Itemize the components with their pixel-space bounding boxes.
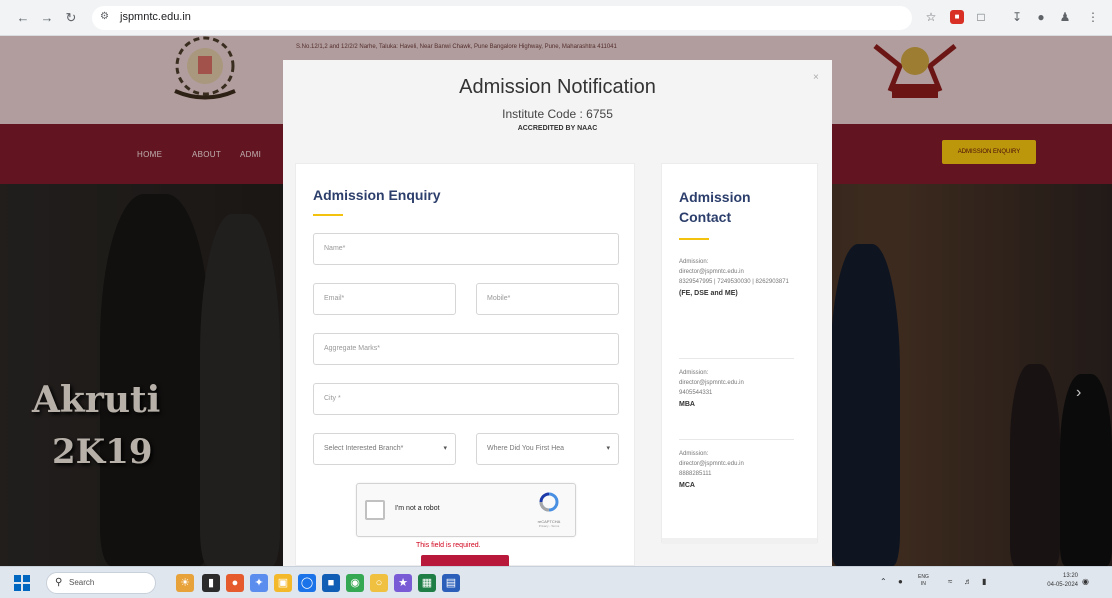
- contact-heading-underline: [679, 238, 709, 240]
- clock-time: 13:20: [1062, 573, 1078, 579]
- marks-input[interactable]: Aggregate Marks*: [313, 333, 619, 365]
- contact-heading: Admission Contact: [679, 189, 751, 225]
- search-icon: ⚲: [55, 577, 63, 588]
- contact-divider: [679, 358, 794, 359]
- modal-title: Admission Notification: [459, 76, 656, 98]
- word-icon[interactable]: ▤: [442, 574, 460, 592]
- contact-phones[interactable]: 9405544331: [679, 388, 809, 398]
- taskbar-search[interactable]: ⚲ Search: [46, 572, 156, 594]
- tray-app-icon[interactable]: ●: [898, 577, 903, 586]
- chevron-up-icon[interactable]: ⌃: [880, 577, 887, 586]
- chevron-down-icon: ▾: [606, 445, 610, 452]
- notification-icon[interactable]: ◉: [1082, 577, 1089, 586]
- contact-block: Admission: director@jspmntc.edu.in 94055…: [679, 368, 809, 410]
- battery-icon[interactable]: ▮: [982, 577, 986, 586]
- form-heading-underline: [313, 214, 343, 216]
- accreditation-label: ACCREDITED BY NAAC: [517, 125, 598, 132]
- name-input[interactable]: Name*: [313, 233, 619, 265]
- recaptcha-logo: reCAPTCHA Privacy - Terms: [529, 492, 569, 528]
- contact-block: Admission: director@jspmntc.edu.in 83295…: [679, 257, 809, 299]
- submit-button[interactable]: [421, 555, 509, 566]
- language-code: ENG: [918, 574, 929, 580]
- wifi-icon[interactable]: ≈: [948, 577, 952, 586]
- institute-code: Institute Code : 6755: [502, 107, 613, 121]
- menu-icon[interactable]: ⋮: [1086, 10, 1100, 24]
- url-text[interactable]: jspmntc.edu.in: [120, 11, 191, 23]
- contact-phones[interactable]: 8329547995 | 7249530030 | 8262903871: [679, 277, 809, 287]
- taskbar-clock[interactable]: 13:20 04-05-2024: [1038, 572, 1078, 590]
- download-icon[interactable]: ↧: [1010, 10, 1024, 24]
- address-bar[interactable]: ⚙ jspmntc.edu.in: [92, 6, 912, 30]
- star-icon[interactable]: ☆: [924, 10, 938, 24]
- profile-icon[interactable]: ●: [1034, 10, 1048, 24]
- contact-email[interactable]: director@jspmntc.edu.in: [679, 378, 809, 388]
- contact-block: Admission: director@jspmntc.edu.in 88882…: [679, 449, 809, 491]
- form-heading: Admission Enquiry: [313, 187, 441, 203]
- recaptcha-terms[interactable]: Privacy - Terms: [529, 524, 569, 528]
- windows-taskbar: ⚲ Search ☀ ▮ ● ✦ ▣ ◯ ■ ◉ ○ ★ ▦ ▤ ⌃ ● ENG…: [0, 566, 1112, 598]
- forward-icon[interactable]: →: [38, 9, 56, 27]
- branch-select[interactable]: Select Interested Branch* ▾: [313, 433, 456, 465]
- contact-label: Admission:: [679, 259, 709, 265]
- horizontal-scrollbar[interactable]: [662, 538, 817, 544]
- store-icon[interactable]: ■: [322, 574, 340, 592]
- contact-label: Admission:: [679, 451, 709, 457]
- language-region: IN: [920, 581, 926, 587]
- reload-icon[interactable]: ↻: [62, 9, 80, 27]
- contact-category: (FE, DSE and ME): [679, 290, 738, 297]
- branch-select-value: Select Interested Branch*: [324, 445, 404, 452]
- contact-category: MBA: [679, 401, 695, 408]
- contact-phones[interactable]: 8888285111: [679, 469, 809, 479]
- file-explorer-icon[interactable]: ▣: [274, 574, 292, 592]
- mobile-input[interactable]: Mobile*: [476, 283, 619, 315]
- contact-email[interactable]: director@jspmntc.edu.in: [679, 459, 809, 469]
- task-view-icon[interactable]: ▮: [202, 574, 220, 592]
- email-input[interactable]: Email*: [313, 283, 456, 315]
- city-input[interactable]: City *: [313, 383, 619, 415]
- widgets-icon[interactable]: ☀: [176, 574, 194, 592]
- app-icon[interactable]: ○: [370, 574, 388, 592]
- app-icon[interactable]: ●: [226, 574, 244, 592]
- edge-icon[interactable]: ◯: [298, 574, 316, 592]
- app-icon[interactable]: ★: [394, 574, 412, 592]
- recaptcha-widget: I'm not a robot reCAPTCHA Privacy - Term…: [356, 483, 576, 537]
- excel-icon[interactable]: ▦: [418, 574, 436, 592]
- copilot-icon[interactable]: ✦: [250, 574, 268, 592]
- account-icon[interactable]: ♟: [1058, 10, 1072, 24]
- back-icon[interactable]: ←: [14, 9, 32, 27]
- contact-divider: [679, 439, 794, 440]
- volume-icon[interactable]: ♬: [964, 577, 972, 586]
- extension-icon[interactable]: ■: [950, 10, 964, 24]
- chevron-down-icon: ▾: [443, 445, 447, 452]
- source-select-value: Where Did You First Hea: [487, 445, 565, 452]
- windows-start-icon[interactable]: [14, 575, 30, 591]
- contact-category: MCA: [679, 482, 695, 489]
- captcha-error: This field is required.: [416, 542, 481, 549]
- recaptcha-icon: [539, 492, 559, 512]
- language-indicator[interactable]: ENG IN: [918, 574, 929, 588]
- site-info-icon[interactable]: ⚙: [100, 11, 109, 22]
- search-label: Search: [69, 578, 95, 587]
- recaptcha-checkbox[interactable]: [365, 500, 385, 520]
- contact-label: Admission:: [679, 370, 709, 376]
- recaptcha-label: I'm not a robot: [395, 505, 440, 512]
- puzzle-icon[interactable]: □: [974, 10, 988, 24]
- source-select[interactable]: Where Did You First Hea ▾: [476, 433, 619, 465]
- chrome-icon[interactable]: ◉: [346, 574, 364, 592]
- browser-toolbar: ← → ↻ ⚙ jspmntc.edu.in ☆ ■ □ ↧ ● ♟ ⋮: [0, 0, 1112, 36]
- contact-email[interactable]: director@jspmntc.edu.in: [679, 267, 809, 277]
- clock-date: 04-05-2024: [1047, 582, 1078, 588]
